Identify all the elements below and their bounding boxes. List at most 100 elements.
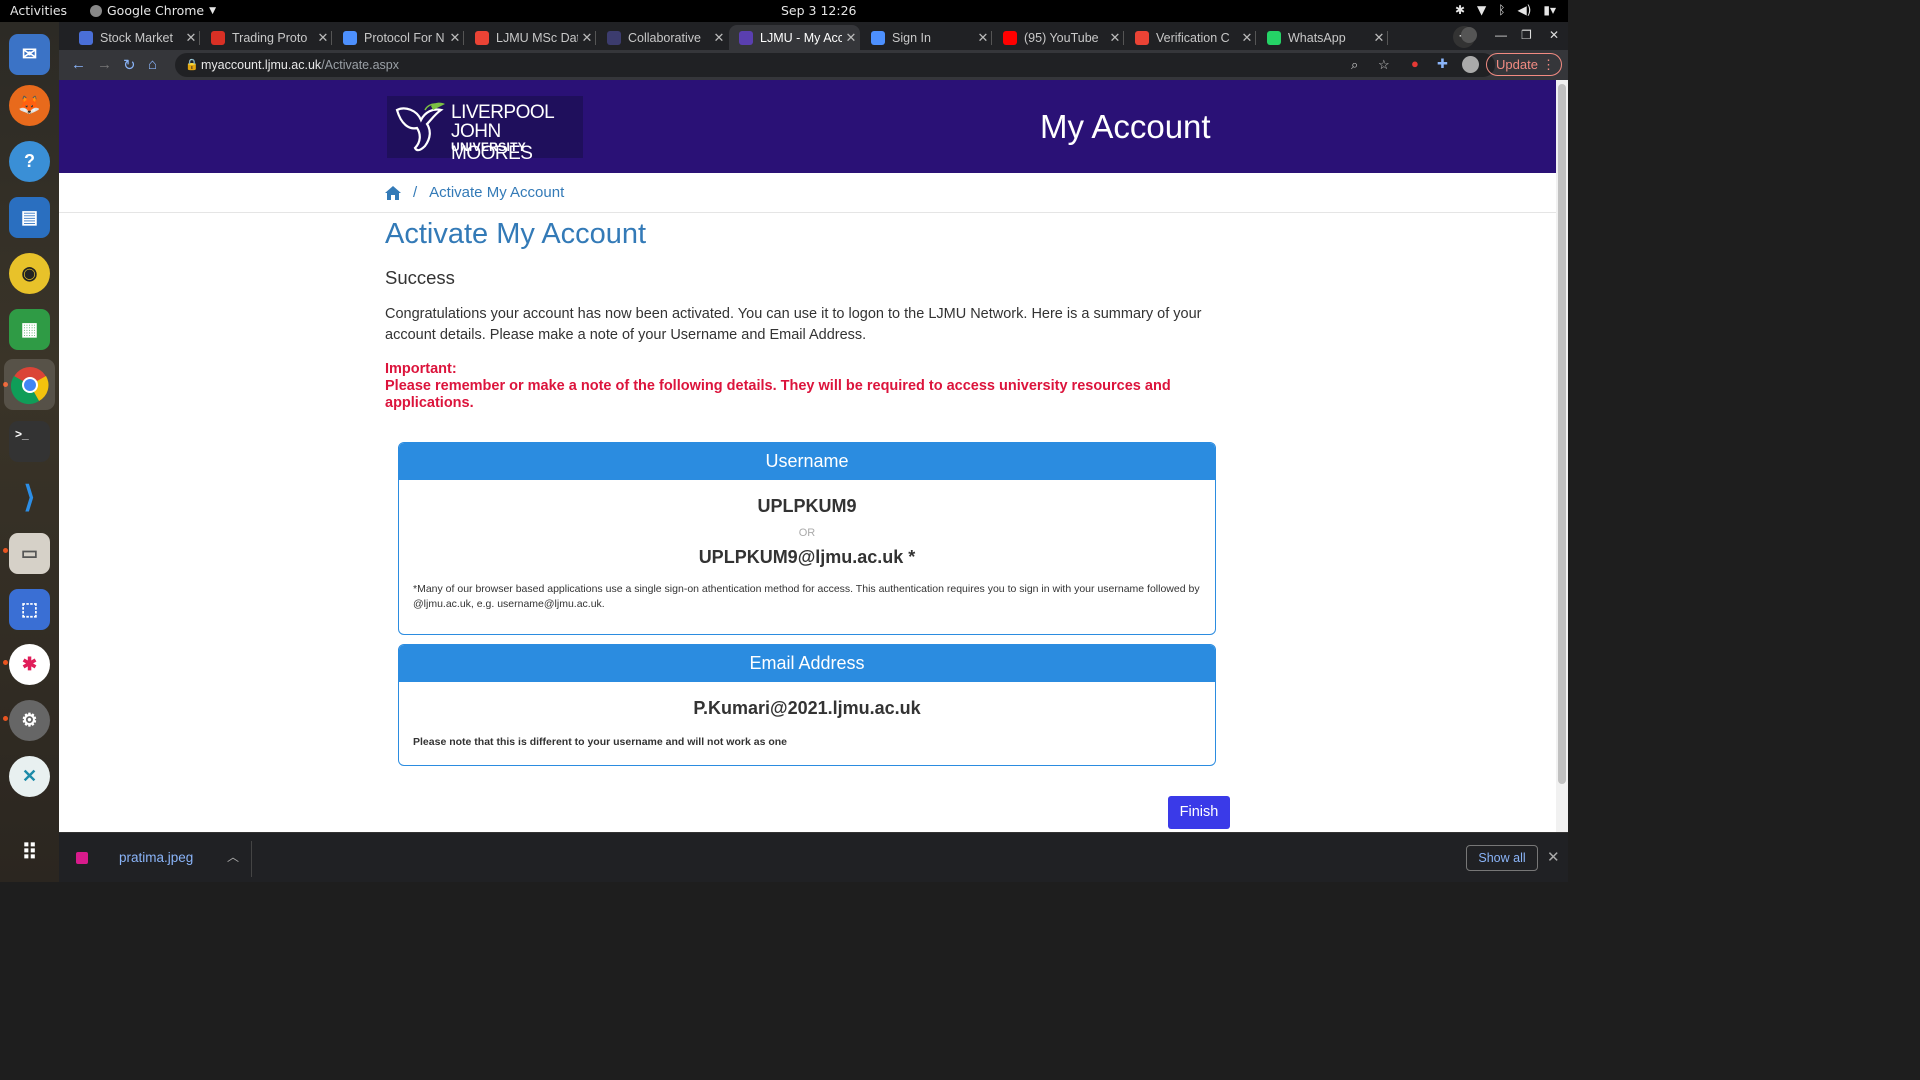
- browser-tab[interactable]: LJMU - My Acc ✕: [729, 25, 860, 50]
- chevron-down-icon: ▼: [209, 5, 217, 16]
- system-tray[interactable]: ✱ ▼ ᛒ ◀) ▮▾: [1455, 3, 1556, 17]
- reload-icon[interactable]: ↻: [123, 56, 136, 74]
- browser-toolbar: ← → ↻ ⌂ 🔒 myaccount.ljmu.ac.uk/Activate.…: [59, 50, 1568, 80]
- browser-tab[interactable]: Sign In ✕: [861, 25, 992, 50]
- tab-separator: [1123, 31, 1124, 45]
- breadcrumb-current[interactable]: Activate My Account: [429, 184, 564, 201]
- tab-close-icon[interactable]: ✕: [578, 30, 596, 46]
- tab-title: WhatsApp: [1288, 30, 1346, 45]
- chrome-icon[interactable]: [4, 359, 55, 410]
- slack-tray-icon: ✱: [1454, 3, 1465, 17]
- browser-tab[interactable]: Trading Proto ✕: [201, 25, 332, 50]
- tab-search-icon[interactable]: [1461, 27, 1477, 43]
- home-icon[interactable]: ⌂: [148, 56, 157, 73]
- bluetooth-icon: ᛒ: [1498, 3, 1506, 17]
- close-window-icon[interactable]: ✕: [1549, 28, 1559, 42]
- writer-icon[interactable]: ▤: [9, 197, 50, 238]
- site-title: My Account: [1040, 108, 1211, 145]
- tab-title: LJMU MSc Dat: [496, 30, 578, 45]
- tab-close-icon[interactable]: ✕: [710, 30, 728, 46]
- download-bar: pratima.jpeg ︿ Show all ✕: [59, 832, 1568, 882]
- firefox-icon[interactable]: 🦊: [9, 85, 50, 126]
- download-item[interactable]: pratima.jpeg: [119, 850, 193, 865]
- close-icon[interactable]: ✕: [1547, 848, 1560, 866]
- browser-tab[interactable]: Collaborative ✕: [597, 25, 728, 50]
- tab-close-icon[interactable]: ✕: [446, 30, 464, 46]
- more-menu-icon: ⋮: [1542, 57, 1555, 72]
- profile-avatar[interactable]: [1462, 56, 1479, 73]
- important-text: Please remember or make a note of the fo…: [385, 378, 1171, 411]
- tab-close-icon[interactable]: ✕: [314, 30, 332, 46]
- thunderbird-icon[interactable]: ✉: [9, 34, 50, 75]
- tab-close-icon[interactable]: ✕: [182, 30, 200, 46]
- tab-close-icon[interactable]: ✕: [974, 30, 992, 46]
- extensions-puzzle-icon[interactable]: ✚: [1437, 56, 1448, 72]
- scrollbar-thumb[interactable]: [1558, 84, 1566, 784]
- home-icon[interactable]: [385, 185, 401, 200]
- update-button[interactable]: Update ⋮: [1486, 53, 1562, 76]
- tab-favicon-icon: [1003, 30, 1017, 45]
- tab-favicon-icon: [211, 30, 225, 45]
- tab-close-icon[interactable]: ✕: [1370, 30, 1388, 46]
- liver-bird-icon: [395, 102, 445, 152]
- tab-close-icon[interactable]: ✕: [842, 30, 860, 46]
- page-scrollbar[interactable]: [1556, 80, 1568, 832]
- activities-button[interactable]: Activities: [10, 3, 67, 18]
- chrome-small-icon: [90, 4, 102, 17]
- tab-favicon-icon: [739, 30, 753, 45]
- tab-close-icon[interactable]: ✕: [1106, 30, 1124, 46]
- browser-tab[interactable]: LJMU MSc Dat ✕: [465, 25, 596, 50]
- slack-icon[interactable]: ✱: [9, 644, 50, 685]
- browser-tab[interactable]: WhatsApp ✕: [1257, 25, 1388, 50]
- tab-close-icon[interactable]: ✕: [1238, 30, 1256, 46]
- tab-separator: [595, 31, 596, 45]
- email-panel: Email Address P.Kumari@2021.ljmu.ac.uk P…: [398, 644, 1216, 766]
- username-panel: Username UPLPKUM9 OR UPLPKUM9@ljmu.ac.uk…: [398, 442, 1216, 635]
- app-menu-label: Google Chrome: [107, 3, 205, 18]
- volume-icon: ◀): [1517, 3, 1532, 17]
- address-bar[interactable]: 🔒 myaccount.ljmu.ac.uk/Activate.aspx ⌕ ☆: [175, 53, 1495, 77]
- clock[interactable]: Sep 3 12:26: [781, 3, 856, 18]
- browser-tab[interactable]: Protocol For N ✕: [333, 25, 464, 50]
- calc-icon[interactable]: ▦: [9, 309, 50, 350]
- tab-favicon-icon: [871, 30, 885, 45]
- browser-tab[interactable]: Stock Market ✕: [69, 25, 200, 50]
- forward-icon[interactable]: →: [97, 56, 112, 73]
- running-indicator: [3, 548, 8, 553]
- divider: [59, 212, 1556, 213]
- tab-favicon-icon: [475, 30, 489, 45]
- zoom-icon[interactable]: ⌕: [1351, 53, 1358, 77]
- image-file-icon: [76, 852, 88, 864]
- app-grid-icon[interactable]: ⠿: [9, 832, 50, 873]
- browser-tab[interactable]: Verification C ✕: [1125, 25, 1256, 50]
- tab-separator: [1255, 31, 1256, 45]
- maximize-icon[interactable]: ❐: [1521, 28, 1532, 42]
- settings-icon[interactable]: ⚙: [9, 700, 50, 741]
- terminal-icon[interactable]: >_: [9, 421, 50, 462]
- chevron-up-icon[interactable]: ︿: [227, 848, 239, 865]
- tab-favicon-icon: [343, 30, 357, 45]
- tab-title: Trading Proto: [232, 30, 308, 45]
- extension-icon[interactable]: ●: [1411, 56, 1419, 71]
- vscode-icon[interactable]: ⟩: [9, 477, 50, 518]
- tab-favicon-icon: [607, 30, 621, 45]
- browser-tab[interactable]: (95) YouTube ✕: [993, 25, 1124, 50]
- app-menu[interactable]: Google Chrome ▼: [90, 3, 216, 18]
- minimize-icon[interactable]: —: [1495, 28, 1507, 42]
- screenshot-icon[interactable]: ⬚: [9, 589, 50, 630]
- ljmu-logo[interactable]: LIVERPOOL JOHN MOORES UNIVERSITY: [387, 96, 583, 164]
- system-top-bar: Activities Google Chrome ▼ Sep 3 12:26 ✱…: [0, 0, 1568, 22]
- remote-icon[interactable]: ✕: [9, 756, 50, 797]
- intro-text: Congratulations your account has now bee…: [385, 306, 1202, 343]
- show-all-button[interactable]: Show all: [1466, 845, 1538, 871]
- divider: [251, 841, 252, 877]
- email-panel-heading: Email Address: [399, 645, 1215, 682]
- tab-separator: [199, 31, 200, 45]
- files-icon[interactable]: ▭: [9, 533, 50, 574]
- bookmark-star-icon[interactable]: ☆: [1378, 53, 1390, 77]
- back-icon[interactable]: ←: [71, 56, 86, 73]
- wifi-icon: ▼: [1477, 3, 1487, 17]
- help-icon[interactable]: ?: [9, 141, 50, 182]
- rhythmbox-icon[interactable]: ◉: [9, 253, 50, 294]
- finish-button[interactable]: Finish: [1168, 796, 1230, 829]
